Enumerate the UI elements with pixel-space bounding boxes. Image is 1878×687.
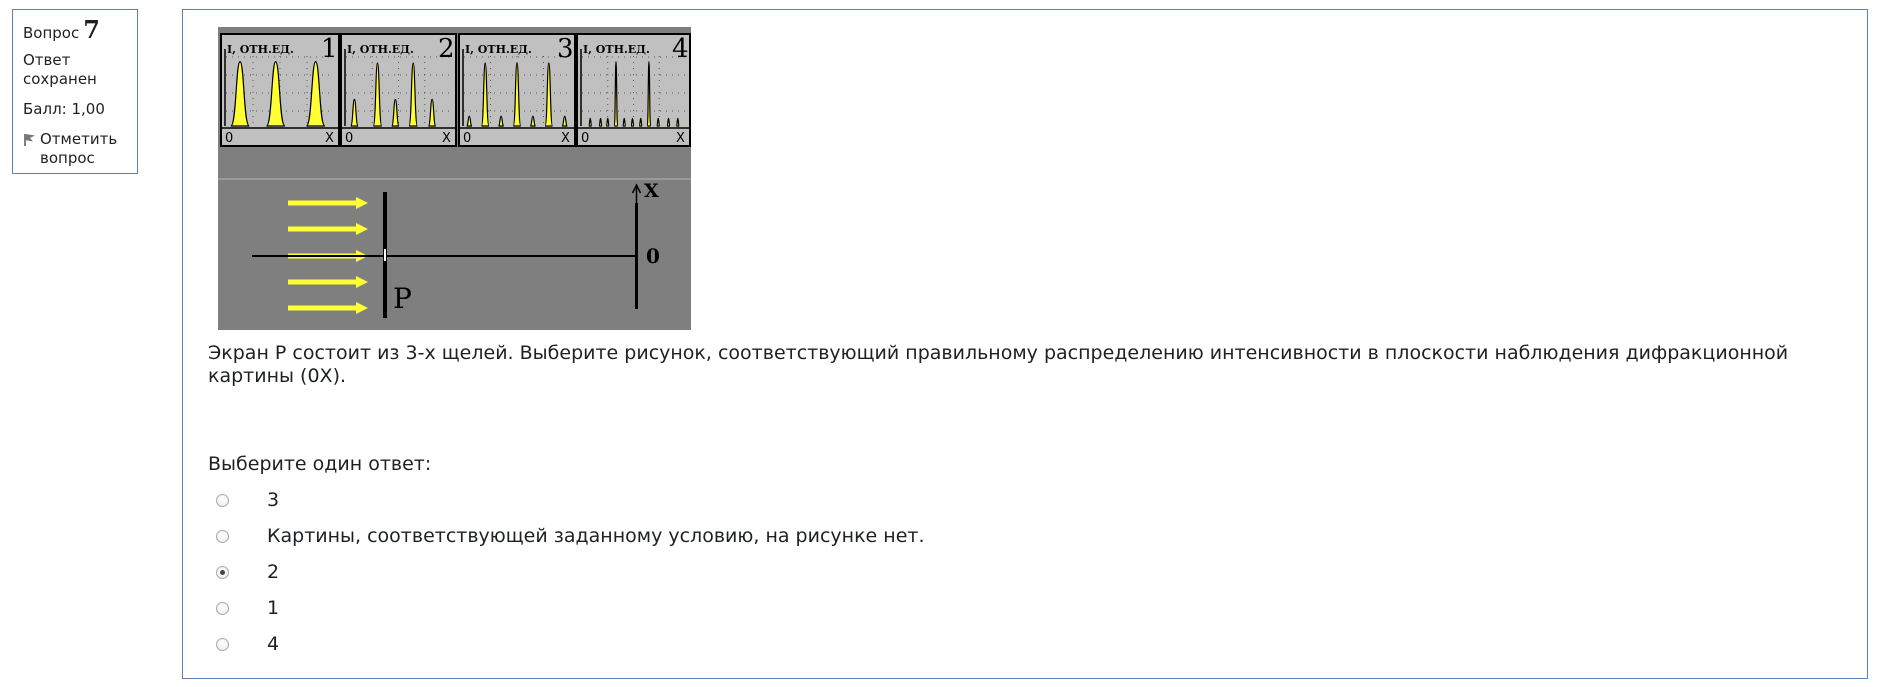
question-info-panel: Вопрос 7 Ответ сохранен Балл: 1,00 Отмет… bbox=[12, 9, 138, 174]
answer-label-2: Картины, соответствующей заданному услов… bbox=[267, 525, 925, 547]
panel-origin-label: 0 bbox=[463, 131, 471, 146]
panel-origin-label: 0 bbox=[581, 131, 589, 146]
screen-slits bbox=[384, 249, 386, 261]
panel-x-label: X bbox=[442, 131, 451, 146]
panel-axis-label: I, ОТН.ЕД. bbox=[465, 43, 532, 56]
answer-radio-2[interactable] bbox=[216, 529, 229, 543]
answer-option-1[interactable]: 3 bbox=[216, 482, 925, 518]
panel-origin-label: 0 bbox=[225, 131, 233, 146]
answer-radio-5[interactable] bbox=[216, 637, 229, 651]
intensity-panel-3: I, ОТН.ЕД. 3 0 X bbox=[458, 33, 576, 147]
answer-label-4: 1 bbox=[267, 597, 280, 619]
diffraction-figure: I, ОТН.ЕД. 10 XI, ОТН.ЕД. 20 XI, ОТН.ЕД. 30 XI… bbox=[218, 27, 691, 330]
answer-prompt: Выберите один ответ: bbox=[208, 453, 432, 475]
panel-origin-label: 0 bbox=[345, 131, 353, 146]
panel-number: 4 bbox=[672, 34, 689, 64]
intensity-panel-1: I, ОТН.ЕД. 1 0 X bbox=[220, 33, 340, 147]
question-number-line: Вопрос 7 bbox=[23, 15, 127, 44]
question-label: Вопрос bbox=[23, 24, 80, 42]
screen-label: P bbox=[393, 282, 412, 315]
answer-label-5: 4 bbox=[267, 633, 280, 655]
question-content: I, ОТН.ЕД. 1 0 X I, ОТН.ЕД. 2 0 X I, ОТН.ЕД. 3 0 X I… bbox=[182, 9, 1868, 679]
panel-axis-label: I, ОТН.ЕД. bbox=[227, 43, 294, 56]
panel-axis-label: I, ОТН.ЕД. bbox=[583, 43, 650, 56]
panel-number: 2 bbox=[438, 34, 455, 64]
panel-x-label: X bbox=[325, 131, 334, 146]
answer-option-2[interactable]: Картины, соответствующей заданному услов… bbox=[216, 518, 925, 554]
intensity-panel-4: I, ОТН.ЕД. 4 0 X bbox=[576, 33, 691, 147]
flag-question-label: Отметить вопрос bbox=[40, 130, 118, 167]
observation-screen bbox=[635, 203, 638, 309]
answer-radio-1[interactable] bbox=[216, 493, 229, 507]
panel-x-label: X bbox=[676, 131, 685, 146]
panel-number: 1 bbox=[321, 34, 338, 64]
axis-x-label: X bbox=[644, 180, 659, 202]
question-text: Экран Р состоит из 3-х щелей. Выберите р… bbox=[208, 342, 1789, 387]
panel-x-label: X bbox=[561, 131, 570, 146]
intensity-panel-2: I, ОТН.ЕД. 2 0 X bbox=[340, 33, 457, 147]
flag-question-link[interactable]: Отметить вопрос bbox=[23, 130, 127, 168]
answer-label-1: 3 bbox=[267, 489, 280, 511]
answer-label-3: 2 bbox=[267, 561, 280, 583]
answer-option-4[interactable]: 1 bbox=[216, 590, 925, 626]
question-grade: Балл: 1,00 bbox=[23, 100, 105, 118]
panel-number: 3 bbox=[557, 34, 574, 64]
origin-label: 0 bbox=[646, 244, 660, 268]
answer-option-5[interactable]: 4 bbox=[216, 626, 925, 662]
answer-list: 3 Картины, соответствующей заданному усл… bbox=[216, 482, 925, 662]
question-state: Ответ сохранен bbox=[23, 51, 97, 88]
answer-radio-4[interactable] bbox=[216, 601, 229, 615]
answer-option-3[interactable]: 2 bbox=[216, 554, 925, 590]
question-number: 7 bbox=[83, 15, 100, 44]
answer-radio-3[interactable] bbox=[216, 565, 229, 579]
panel-axis-label: I, ОТН.ЕД. bbox=[347, 43, 414, 56]
flag-icon bbox=[24, 134, 35, 146]
